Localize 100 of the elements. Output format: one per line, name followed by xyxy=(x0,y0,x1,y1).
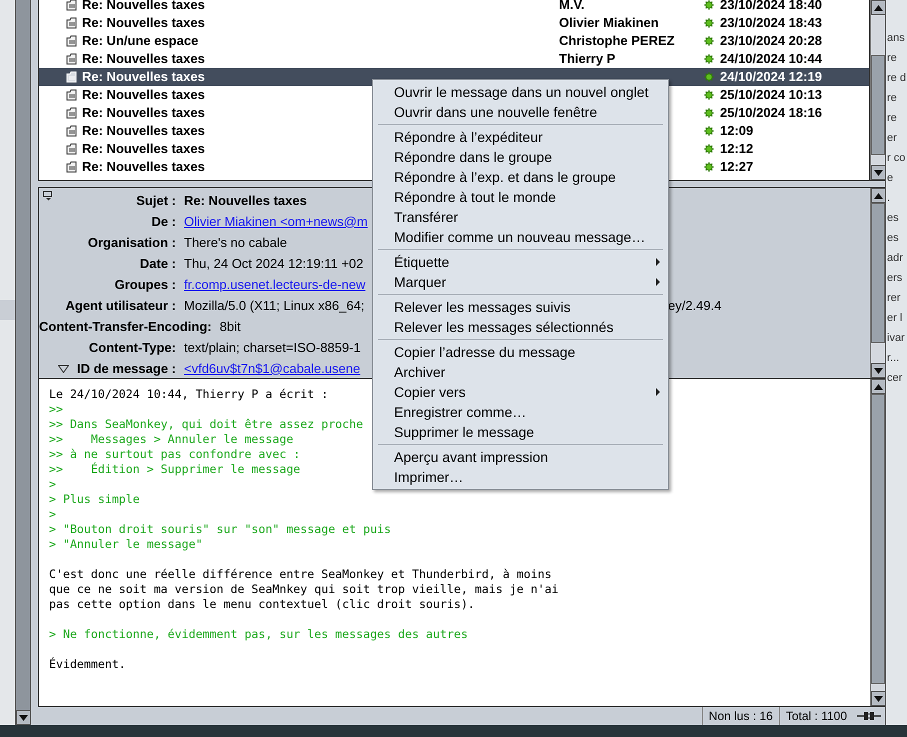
window-text-fragment: e xyxy=(886,171,894,186)
field-label: Organisation : xyxy=(88,234,176,252)
subject-text: Re: Nouvelles taxes xyxy=(82,86,205,104)
window-text-fragment: es xyxy=(886,211,900,226)
field-label: Groupes : xyxy=(114,276,176,294)
status-gear-icon xyxy=(704,144,714,154)
date-text: 23/10/2024 18:43 xyxy=(720,14,822,32)
quoted-line: > xyxy=(49,507,56,522)
document-icon xyxy=(66,17,77,29)
message-line: pas cette option dans le menu contextuel (clic droit souris). xyxy=(49,597,475,612)
scroll-thumb[interactable] xyxy=(871,394,885,684)
menu-item[interactable]: Imprimer… xyxy=(373,467,668,487)
quoted-line: >> Édition > Supprimer le message xyxy=(49,462,300,477)
field-value: Mozilla/5.0 (X11; Linux x86_64; xyxy=(184,296,364,315)
menu-item[interactable]: Répondre à tout le monde xyxy=(373,187,668,207)
subject-text: Re: Nouvelles taxes xyxy=(82,122,205,140)
menu-item[interactable]: Ouvrir dans une nouvelle fenêtre xyxy=(373,102,668,122)
menu-item[interactable]: Répondre dans le groupe xyxy=(373,147,668,167)
date-text: 12:12 xyxy=(720,140,754,158)
total-count: Total : 1100 xyxy=(778,707,853,725)
document-icon xyxy=(66,89,77,101)
window-text-fragment: es xyxy=(886,231,900,246)
field-link[interactable]: <vfd6uv$t7n$1@cabale.usene xyxy=(184,358,360,378)
subject-text: Re: Nouvelles taxes xyxy=(82,68,205,86)
window-text-fragment: r... xyxy=(886,351,900,366)
date-text: 12:27 xyxy=(720,158,754,176)
window-scrollbar[interactable] xyxy=(15,0,31,725)
quoted-line: > Plus simple xyxy=(49,492,140,507)
subject-text: Re: Nouvelles taxes xyxy=(82,0,205,14)
document-icon xyxy=(66,107,77,119)
scroll-thumb[interactable] xyxy=(871,55,885,155)
menu-item[interactable]: Marquer xyxy=(373,272,668,292)
field-link[interactable]: Olivier Miakinen <om+news@m xyxy=(184,212,368,232)
date-text: 24/10/2024 12:19 xyxy=(720,68,822,86)
field-value: Thu, 24 Oct 2024 12:19:11 +02 xyxy=(184,254,364,273)
field-value: There's no cabale xyxy=(184,234,287,252)
author-text: M.V. xyxy=(559,0,585,14)
body-scrollbar[interactable] xyxy=(870,379,885,706)
menu-item[interactable]: Répondre à l’expéditeur xyxy=(373,127,668,147)
message-line: que ce ne soit ma version de SeaMnkey qui soit trop vieille, mais je n'ai xyxy=(49,582,559,597)
subject-text: Re: Nouvelles taxes xyxy=(82,104,205,122)
quoted-line: >> Messages > Annuler le message xyxy=(49,432,294,447)
menu-item[interactable]: Supprimer le message xyxy=(373,422,668,442)
document-icon xyxy=(66,35,77,47)
online-plug-icon xyxy=(857,711,881,721)
field-link[interactable]: fr.comp.usenet.lecteurs-de-new xyxy=(184,274,366,294)
quoted-line: >> xyxy=(49,402,63,417)
disclosure-triangle-icon[interactable] xyxy=(58,364,69,372)
field-value: text/plain; charset=ISO-8859-1 xyxy=(184,338,361,357)
field-label: ID de message : xyxy=(77,360,176,378)
window-text-fragment: re xyxy=(886,91,898,106)
subject-text: Re: Un/une espace xyxy=(82,32,198,50)
menu-item[interactable]: Relever les messages suivis xyxy=(373,297,668,317)
document-icon xyxy=(66,125,77,137)
field-label: Content-Transfer-Encoding: xyxy=(39,318,212,336)
menu-item[interactable]: Aperçu avant impression xyxy=(373,447,668,467)
unread-count: Non lus : 16 xyxy=(702,707,779,725)
submenu-arrow-icon xyxy=(656,278,660,286)
subject-text: Re: Nouvelles taxes xyxy=(82,158,205,176)
field-value: 8bit xyxy=(220,318,241,336)
field-label: Agent utilisateur : xyxy=(65,296,176,315)
subject-text: Re: Nouvelles taxes xyxy=(82,140,205,158)
author-text: Olivier Miakinen xyxy=(559,14,659,32)
scroll-thumb[interactable] xyxy=(871,203,885,343)
date-text: 25/10/2024 10:13 xyxy=(720,86,822,104)
status-gear-icon xyxy=(704,162,714,172)
field-label: Sujet : xyxy=(136,192,176,210)
menu-item[interactable]: Modifier comme un nouveau message… xyxy=(373,227,668,247)
quoted-line: > xyxy=(49,477,56,492)
window-text-fragment: rer xyxy=(886,291,902,306)
window-text-fragment: ivar xyxy=(886,331,906,346)
quoted-line: > Ne fonctionne, évidemment pas, sur les messages des autres xyxy=(49,627,468,642)
menu-item[interactable]: Archiver xyxy=(373,362,668,382)
status-gear-icon xyxy=(704,72,714,82)
status-gear-icon xyxy=(704,90,714,100)
menu-item[interactable]: Copier l’adresse du message xyxy=(373,342,668,362)
date-text: 25/10/2024 18:16 xyxy=(720,104,822,122)
quoted-line: > "Annuler le message" xyxy=(49,537,203,552)
menu-item[interactable]: Ouvrir le message dans un nouvel onglet xyxy=(373,82,668,102)
window-text-fragment: re xyxy=(886,51,898,66)
header-scrollbar[interactable] xyxy=(870,188,885,378)
date-text: 12:09 xyxy=(720,122,754,140)
field-value: ey/2.49.4 xyxy=(668,298,722,313)
menu-item[interactable]: Étiquette xyxy=(373,252,668,272)
date-text: 23/10/2024 18:40 xyxy=(720,0,822,14)
field-value: Re: Nouvelles taxes xyxy=(184,192,307,210)
menu-item[interactable]: Enregistrer comme… xyxy=(373,402,668,422)
document-icon xyxy=(66,161,77,173)
header-toggle-icon[interactable] xyxy=(43,191,53,201)
field-label: De : xyxy=(151,212,176,231)
menu-item[interactable]: Transférer xyxy=(373,207,668,227)
document-icon xyxy=(66,143,77,155)
menu-item[interactable]: Relever les messages sélectionnés xyxy=(373,317,668,337)
window-text-fragment: . xyxy=(886,191,892,206)
window-text-fragment: er l xyxy=(886,311,904,326)
window-text-fragment: r co xyxy=(886,151,906,166)
thread-scrollbar[interactable] xyxy=(870,0,885,180)
menu-item[interactable]: Répondre à l’exp. et dans le groupe xyxy=(373,167,668,187)
status-gear-icon xyxy=(704,54,714,64)
menu-item[interactable]: Copier vers xyxy=(373,382,668,402)
